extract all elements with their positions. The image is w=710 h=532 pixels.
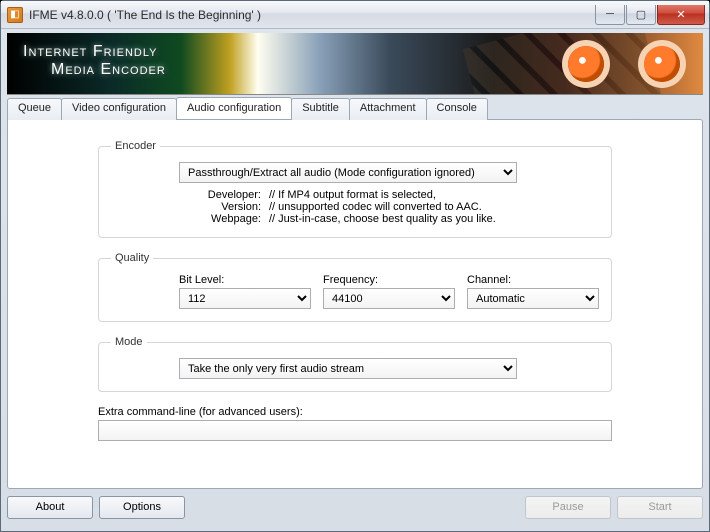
tab-panel-audio: Encoder Passthrough/Extract all audio (M… (7, 119, 703, 489)
channel-select[interactable]: Automatic (467, 288, 599, 309)
tab-bar: Queue Video configuration Audio configur… (7, 97, 703, 119)
bitlevel-label: Bit Level: (179, 274, 311, 286)
maximize-button[interactable]: ▢ (626, 5, 656, 25)
frequency-select[interactable]: 44100 (323, 288, 455, 309)
banner-text: Internet Friendly Media Encoder (23, 43, 166, 79)
tab-audio[interactable]: Audio configuration (176, 97, 292, 119)
extra-cmd-label: Extra command-line (for advanced users): (98, 406, 612, 418)
tab-attachment[interactable]: Attachment (349, 98, 427, 120)
banner-line2: Media Encoder (51, 61, 166, 79)
info-webpage-val: // Just-in-case, choose best quality as … (269, 213, 599, 225)
tab-video[interactable]: Video configuration (61, 98, 177, 120)
banner-line1: Internet Friendly (23, 43, 166, 61)
tab-subtitle[interactable]: Subtitle (291, 98, 350, 120)
tab-queue[interactable]: Queue (7, 98, 62, 120)
group-quality-legend: Quality (111, 252, 153, 264)
info-webpage-key: Webpage: (179, 213, 261, 225)
window-controls: ─ ▢ ✕ (595, 5, 705, 25)
footer: About Options Pause Start (7, 489, 703, 525)
extra-cmd-input[interactable] (98, 420, 612, 441)
start-button[interactable]: Start (617, 496, 703, 519)
channel-label: Channel: (467, 274, 599, 286)
encoder-info: Developer: // If MP4 output format is se… (179, 189, 599, 225)
info-version-key: Version: (179, 201, 261, 213)
info-developer-val: // If MP4 output format is selected, (269, 189, 599, 201)
window-title: IFME v4.8.0.0 ( 'The End Is the Beginnin… (29, 8, 595, 22)
group-mode-legend: Mode (111, 336, 147, 348)
options-button[interactable]: Options (99, 496, 185, 519)
group-encoder: Encoder Passthrough/Extract all audio (M… (98, 140, 612, 238)
app-icon: ◧ (7, 7, 23, 23)
content: Queue Video configuration Audio configur… (7, 97, 703, 489)
frequency-label: Frequency: (323, 274, 455, 286)
app-window: ◧ IFME v4.8.0.0 ( 'The End Is the Beginn… (0, 0, 710, 532)
group-encoder-legend: Encoder (111, 140, 160, 152)
bitlevel-select[interactable]: 112 (179, 288, 311, 309)
extra-cmd-section: Extra command-line (for advanced users): (98, 406, 612, 441)
banner: Internet Friendly Media Encoder (7, 33, 703, 95)
banner-art-icon (598, 41, 688, 91)
group-mode: Mode Take the only very first audio stre… (98, 336, 612, 392)
pause-button[interactable]: Pause (525, 496, 611, 519)
encoder-select[interactable]: Passthrough/Extract all audio (Mode conf… (179, 162, 517, 183)
close-button[interactable]: ✕ (657, 5, 705, 25)
info-version-val: // unsupported codec will converted to A… (269, 201, 599, 213)
info-developer-key: Developer: (179, 189, 261, 201)
group-quality: Quality Bit Level: 112 Frequency: 44100 (98, 252, 612, 322)
about-button[interactable]: About (7, 496, 93, 519)
mode-select[interactable]: Take the only very first audio stream (179, 358, 517, 379)
titlebar[interactable]: ◧ IFME v4.8.0.0 ( 'The End Is the Beginn… (1, 1, 709, 29)
tab-console[interactable]: Console (426, 98, 488, 120)
minimize-button[interactable]: ─ (595, 5, 625, 25)
